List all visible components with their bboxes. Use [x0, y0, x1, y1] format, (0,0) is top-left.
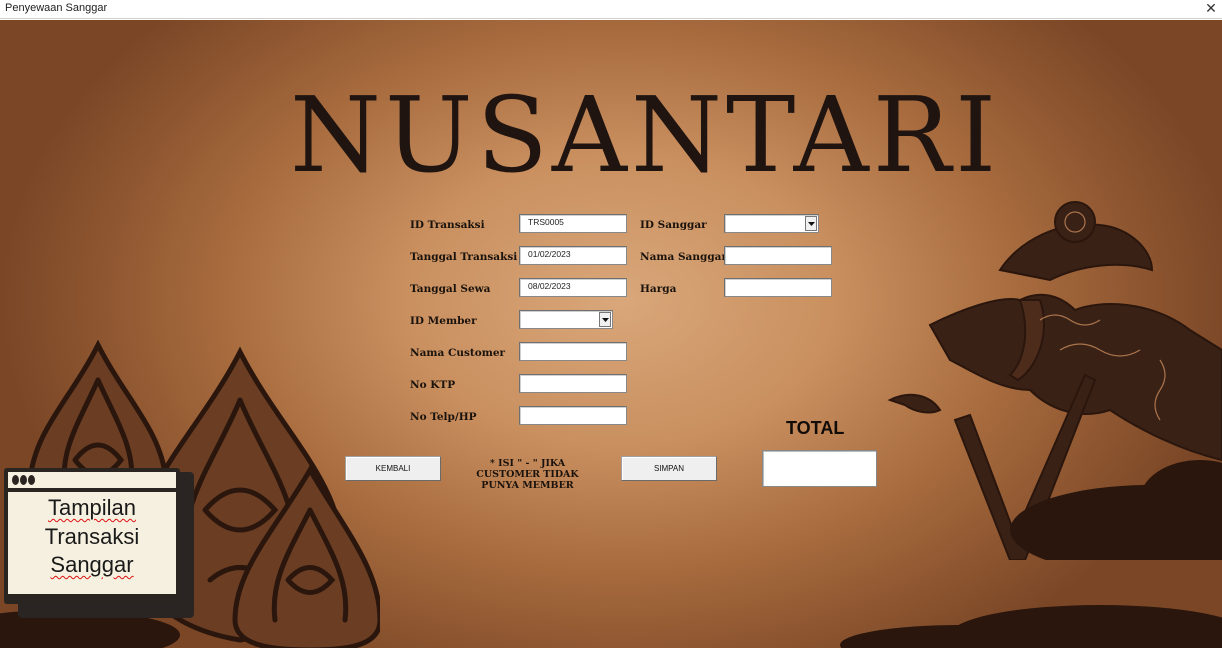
- label-id-transaksi: ID Transaksi: [410, 219, 485, 231]
- label-tanggal-transaksi: Tanggal Transaksi: [410, 251, 518, 263]
- label-id-member: ID Member: [410, 315, 477, 327]
- page-title-line-1: Tampilan: [47, 495, 137, 520]
- nama-customer-input[interactable]: [519, 342, 627, 361]
- card-dots-icon: [12, 475, 35, 485]
- label-id-sanggar: ID Sanggar: [640, 219, 707, 231]
- page-title-line-2: Transaksi: [44, 523, 140, 549]
- no-telp-input[interactable]: [519, 406, 627, 425]
- id-member-select[interactable]: [519, 310, 613, 329]
- member-note: * ISI " - " JIKA CUSTOMER TIDAK PUNYA ME…: [476, 458, 579, 491]
- total-label: TOTAL: [786, 418, 845, 438]
- label-harga: Harga: [640, 283, 677, 295]
- label-nama-customer: Nama Customer: [410, 347, 506, 359]
- id-transaksi-input[interactable]: TRS0005: [519, 214, 627, 233]
- tanggal-transaksi-input[interactable]: 01/02/2023: [519, 246, 627, 265]
- label-no-ktp: No KTP: [410, 379, 456, 391]
- page-title-card: Tampilan Transaksi Sanggar: [4, 468, 180, 604]
- id-sanggar-select[interactable]: [724, 214, 819, 233]
- card-header: [8, 472, 176, 488]
- total-output: [762, 450, 877, 487]
- close-icon[interactable]: ✕: [1204, 1, 1218, 17]
- nama-sanggar-input[interactable]: [724, 246, 832, 265]
- label-no-telp: No Telp/HP: [410, 411, 477, 423]
- dropdown-arrow-icon[interactable]: [599, 312, 611, 327]
- dropdown-arrow-icon[interactable]: [805, 216, 817, 231]
- tanggal-sewa-input[interactable]: 08/02/2023: [519, 278, 627, 297]
- no-ktp-input[interactable]: [519, 374, 627, 393]
- simpan-button[interactable]: SIMPAN: [621, 456, 717, 481]
- page-title: Tampilan Transaksi Sanggar: [8, 492, 176, 594]
- kembali-button[interactable]: KEMBALI: [345, 456, 441, 481]
- window-title: Penyewaan Sanggar: [5, 2, 108, 14]
- title-bar: Penyewaan Sanggar ✕: [0, 0, 1222, 19]
- label-nama-sanggar: Nama Sanggar: [640, 251, 728, 263]
- app-logo: NUSANTARI: [290, 74, 1001, 196]
- label-tanggal-sewa: Tanggal Sewa: [410, 283, 491, 295]
- form-canvas: NUSANTARI ID Transaksi TRS0005 Tanggal T…: [0, 20, 1222, 648]
- harga-input[interactable]: [724, 278, 832, 297]
- wayang-silhouette: [887, 201, 1222, 560]
- page-title-line-3: Sanggar: [50, 552, 134, 577]
